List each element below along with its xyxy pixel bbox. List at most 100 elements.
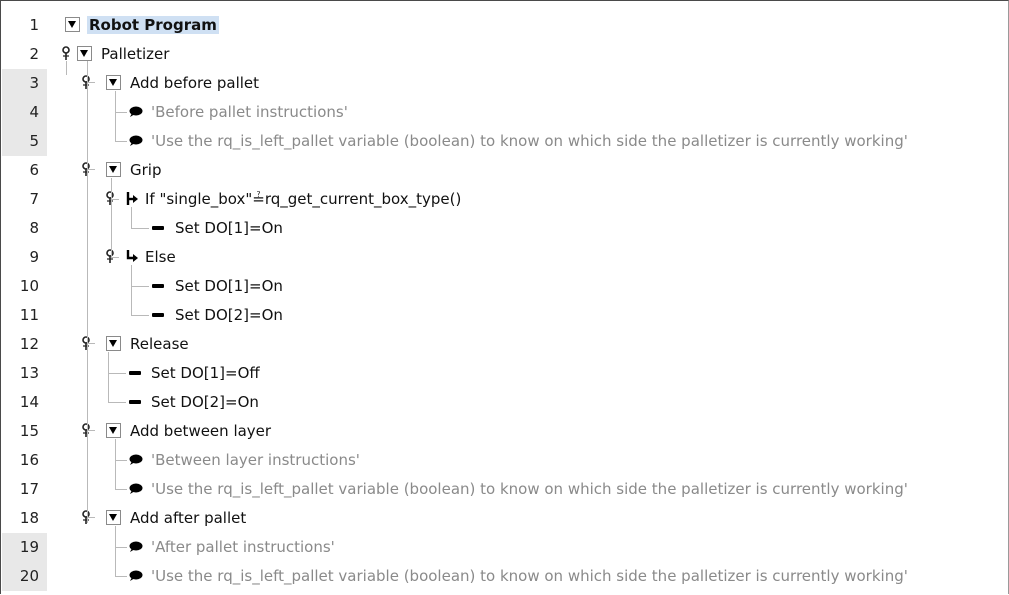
line-number-gutter: 5	[2, 127, 47, 156]
node-label-set[interactable]: Set DO[2]=On	[151, 393, 259, 411]
line-number: 16	[19, 451, 39, 469]
collapse-toggle-icon[interactable]	[65, 17, 80, 32]
tree-connector-line	[87, 82, 95, 83]
line-number: 1	[29, 16, 39, 34]
pin-icon[interactable]	[61, 46, 71, 62]
pin-icon[interactable]	[81, 162, 91, 178]
tree-row-grip[interactable]: 6 Grip	[2, 156, 1008, 185]
tree-row-set[interactable]: 8 Set DO[1]=On	[2, 214, 1008, 243]
comment-icon	[127, 133, 143, 149]
collapse-toggle-icon[interactable]	[106, 75, 121, 90]
collapse-toggle-icon[interactable]	[106, 336, 121, 351]
tree-row-comment[interactable]: 16 'Between layer instructions'	[2, 446, 1008, 475]
node-label-set[interactable]: Set DO[1]=On	[175, 219, 283, 237]
line-number: 4	[29, 103, 39, 121]
collapse-toggle-icon[interactable]	[77, 46, 92, 61]
tree-row-palletizer[interactable]: 2 Palletizer	[2, 40, 1008, 69]
line-number: 20	[19, 567, 39, 585]
tree-row-add-between-layer[interactable]: 15 Add between layer	[2, 417, 1008, 446]
line-number-gutter: 19	[2, 533, 47, 562]
tree-connector-line	[87, 61, 88, 523]
node-label-add-before-pallet[interactable]: Add before pallet	[130, 74, 259, 92]
line-number-gutter: 7	[2, 185, 47, 214]
set-output-icon	[150, 220, 166, 236]
set-output-icon	[150, 278, 166, 294]
pin-icon[interactable]	[81, 336, 91, 352]
tree-row-robot-program[interactable]: 1 Robot Program	[2, 11, 1008, 40]
comment-text[interactable]: 'Between layer instructions'	[151, 451, 360, 469]
comment-icon	[127, 452, 143, 468]
line-number: 15	[19, 422, 39, 440]
tree-row-set[interactable]: 10 Set DO[1]=On	[2, 272, 1008, 301]
node-label-set[interactable]: Set DO[1]=On	[175, 277, 283, 295]
tree-connector-line	[115, 576, 127, 577]
collapse-toggle-icon[interactable]	[106, 162, 121, 177]
collapse-toggle-icon[interactable]	[106, 510, 121, 525]
program-tree-panel: 1 Robot Program 2 Palletizer 3 Add befor…	[0, 0, 1009, 594]
collapse-toggle-icon[interactable]	[106, 423, 121, 438]
tree-connector-line	[131, 315, 149, 316]
node-label-else[interactable]: Else	[145, 248, 176, 266]
tree-connector-line	[131, 286, 149, 287]
comment-text[interactable]: 'After pallet instructions'	[151, 538, 335, 556]
line-number-gutter: 11	[2, 301, 47, 330]
tree-connector-line	[108, 373, 126, 374]
line-number-gutter: 4	[2, 98, 47, 127]
pin-icon[interactable]	[81, 75, 91, 91]
tree-connector-line	[131, 265, 132, 315]
line-number: 7	[29, 190, 39, 208]
line-number: 5	[29, 132, 39, 150]
comment-text[interactable]: 'Use the rq_is_left_pallet variable (boo…	[151, 567, 908, 585]
comment-icon	[127, 481, 143, 497]
node-label-add-after-pallet[interactable]: Add after pallet	[130, 509, 246, 527]
line-number: 14	[19, 393, 39, 411]
pin-icon[interactable]	[81, 510, 91, 526]
tree-connector-line	[87, 517, 95, 518]
comment-text[interactable]: 'Before pallet instructions'	[151, 103, 348, 121]
set-output-icon	[150, 307, 166, 323]
tree-row-if[interactable]: 7 If "single_box"≟rq_get_current_box_typ…	[2, 185, 1008, 214]
tree-connector-line	[66, 61, 67, 75]
tree-row-add-after-pallet[interactable]: 18 Add after pallet	[2, 504, 1008, 533]
tree-row-set[interactable]: 13 Set DO[1]=Off	[2, 359, 1008, 388]
tree-row-comment[interactable]: 19 'After pallet instructions'	[2, 533, 1008, 562]
node-label-set[interactable]: Set DO[1]=Off	[151, 364, 260, 382]
tree-connector-line	[111, 199, 119, 200]
set-output-icon	[127, 365, 143, 381]
node-label-add-between-layer[interactable]: Add between layer	[130, 422, 271, 440]
node-label-set[interactable]: Set DO[2]=On	[175, 306, 283, 324]
tree-row-else[interactable]: 9 Else	[2, 243, 1008, 272]
line-number: 2	[29, 45, 39, 63]
tree-connector-line	[108, 402, 126, 403]
tree-connector-line	[87, 169, 95, 170]
tree-connector-line	[87, 343, 95, 344]
tree-row-comment[interactable]: 4 'Before pallet instructions'	[2, 98, 1008, 127]
tree-row-release[interactable]: 12 Release	[2, 330, 1008, 359]
node-label-palletizer[interactable]: Palletizer	[101, 45, 169, 63]
line-number: 18	[19, 509, 39, 527]
node-label-release[interactable]: Release	[130, 335, 189, 353]
tree-row-comment[interactable]: 5 'Use the rq_is_left_pallet variable (b…	[2, 127, 1008, 156]
comment-text[interactable]: 'Use the rq_is_left_pallet variable (boo…	[151, 132, 908, 150]
line-number: 13	[19, 364, 39, 382]
tree-row-add-before-pallet[interactable]: 3 Add before pallet	[2, 69, 1008, 98]
else-branch-icon	[124, 249, 140, 265]
line-number: 19	[19, 538, 39, 556]
line-number: 3	[29, 74, 39, 92]
tree-connector-line	[115, 112, 127, 113]
line-number-gutter: 15	[2, 417, 47, 446]
line-number-gutter: 8	[2, 214, 47, 243]
node-label-robot-program[interactable]: Robot Program	[87, 16, 219, 34]
node-label-if-condition[interactable]: If "single_box"≟rq_get_current_box_type(…	[145, 190, 461, 208]
pin-icon[interactable]	[81, 423, 91, 439]
line-number: 12	[19, 335, 39, 353]
node-label-grip[interactable]: Grip	[130, 161, 161, 179]
tree-row-set[interactable]: 14 Set DO[2]=On	[2, 388, 1008, 417]
line-number-gutter: 1	[2, 11, 47, 40]
tree-row-comment[interactable]: 17 'Use the rq_is_left_pallet variable (…	[2, 475, 1008, 504]
tree-connector-line	[115, 526, 116, 576]
tree-connector-line	[111, 178, 112, 258]
tree-row-comment[interactable]: 20 'Use the rq_is_left_pallet variable (…	[2, 562, 1008, 591]
tree-row-set[interactable]: 11 Set DO[2]=On	[2, 301, 1008, 330]
comment-text[interactable]: 'Use the rq_is_left_pallet variable (boo…	[151, 480, 908, 498]
